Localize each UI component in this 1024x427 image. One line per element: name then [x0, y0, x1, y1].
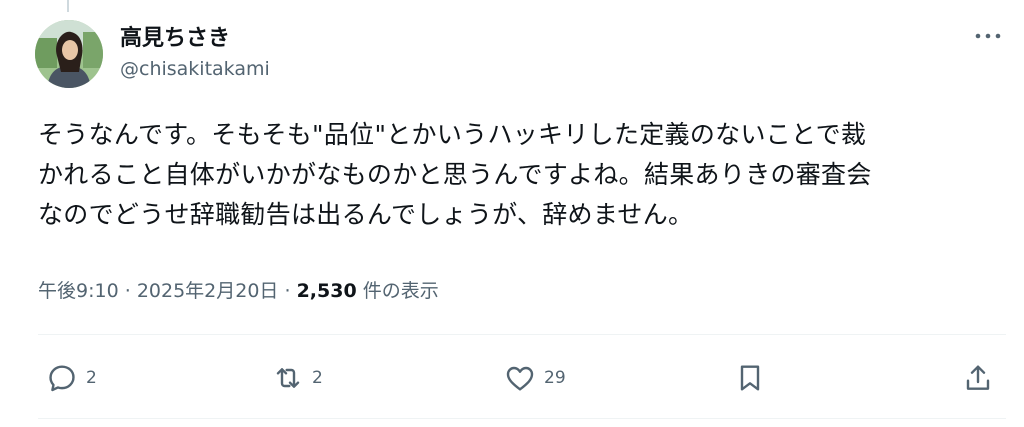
reply-button[interactable]: 2 [46, 354, 97, 402]
heart-icon [506, 366, 534, 391]
divider [38, 334, 1006, 335]
share-button[interactable] [962, 354, 994, 402]
bookmark-button[interactable] [734, 354, 766, 402]
repost-button[interactable]: 2 [272, 354, 323, 402]
share-icon [966, 365, 990, 390]
post-time[interactable]: 午後9:10 [38, 280, 119, 302]
reply-icon [49, 365, 75, 392]
repost-icon [276, 368, 300, 388]
meta-separator: · [284, 280, 291, 302]
action-bar: 2 2 29 [0, 354, 1024, 402]
like-count: 29 [544, 368, 566, 388]
repost-count: 2 [312, 368, 323, 388]
views-count: 2,530 [296, 280, 357, 302]
more-button[interactable] [972, 22, 1004, 50]
author-display-name[interactable]: 高見ちさき [120, 20, 230, 52]
post-metadata: 午後9:10 · 2025年2月20日 · 2,530 件の表示 [38, 276, 439, 303]
divider [38, 418, 1006, 419]
author-handle[interactable]: @chisakitakami [120, 58, 270, 80]
more-dots-icon [975, 33, 1001, 39]
thread-connector-line [67, 0, 69, 12]
like-button[interactable]: 29 [504, 354, 566, 402]
reply-count: 2 [86, 368, 97, 388]
views-label: 件の表示 [362, 280, 439, 302]
avatar-image [35, 20, 103, 88]
avatar[interactable] [35, 20, 103, 88]
post-date[interactable]: 2025年2月20日 [137, 280, 279, 302]
bookmark-icon [740, 365, 760, 391]
post-text: そうなんです。そもそも"品位"とかいうハッキリした定義のないことで裁 かれること… [38, 120, 872, 229]
meta-separator: · [124, 280, 131, 302]
